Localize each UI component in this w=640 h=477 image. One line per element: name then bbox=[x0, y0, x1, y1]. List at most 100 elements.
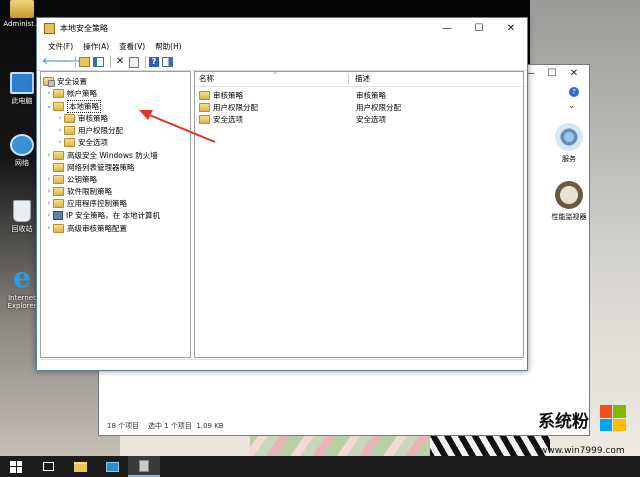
chevron-right-icon[interactable]: › bbox=[45, 89, 53, 97]
tree-node-app-control[interactable]: › 应用程序控制策略 bbox=[45, 197, 127, 209]
chevron-right-icon[interactable]: › bbox=[45, 187, 53, 195]
folder-icon bbox=[53, 162, 64, 172]
toolbar-divider bbox=[75, 56, 76, 68]
tree-node-public-key[interactable]: › 公钥策略 bbox=[45, 173, 97, 185]
network-icon bbox=[10, 134, 34, 156]
sort-caret-icon: ^ bbox=[273, 72, 279, 79]
chevron-right-icon[interactable]: › bbox=[56, 126, 64, 134]
help-icon[interactable]: ? bbox=[149, 57, 159, 67]
show-hide-tree-icon[interactable] bbox=[93, 57, 104, 67]
maximize-button[interactable]: ☐ bbox=[541, 65, 563, 83]
task-view-button[interactable] bbox=[32, 456, 64, 477]
watermark-text: 系统粉 bbox=[538, 412, 589, 432]
tree-node-advanced-audit[interactable]: › 高级审核策略配置 bbox=[45, 222, 127, 234]
menu-view[interactable]: 查看(V) bbox=[114, 41, 150, 52]
folder-icon bbox=[64, 137, 75, 147]
tree-node-label: 安全设置 bbox=[57, 76, 87, 86]
tree-node-local-policies[interactable]: ⌄ 本地策略 bbox=[45, 99, 101, 113]
annotation-arrow bbox=[139, 110, 216, 143]
content-panes: 安全设置 › 帐户策略 ⌄ 本地策略 › 审核策略 › 用户权限分配 › 安全选… bbox=[40, 71, 524, 358]
remote-desktop-icon bbox=[105, 461, 119, 472]
tree-node-label: 审核策略 bbox=[78, 113, 108, 123]
forward-arrow-icon[interactable]: 🡒 bbox=[57, 56, 84, 68]
tree-node-label: 高级安全 Windows 防火墙 bbox=[67, 150, 158, 160]
export-list-icon[interactable] bbox=[129, 56, 139, 68]
chevron-right-icon[interactable]: › bbox=[45, 211, 53, 219]
tree-node-audit-policy[interactable]: › 审核策略 bbox=[56, 112, 108, 124]
menu-bar: 文件(F) 操作(A) 查看(V) 帮助(H) bbox=[37, 39, 527, 54]
menu-help[interactable]: 帮助(H) bbox=[150, 41, 187, 52]
tree-node-security-options[interactable]: › 安全选项 bbox=[56, 136, 108, 148]
background-window-controls: — ☐ ✕ bbox=[519, 65, 589, 83]
folder-open-icon bbox=[53, 101, 64, 111]
maximize-button[interactable]: ☐ bbox=[463, 18, 495, 39]
list-item-description: 用户权限分配 bbox=[356, 102, 401, 112]
chevron-right-icon[interactable]: › bbox=[45, 224, 53, 232]
folder-icon bbox=[53, 88, 64, 98]
gear-icon bbox=[555, 123, 583, 151]
column-header-name[interactable]: 名称 bbox=[199, 72, 214, 86]
security-policy-app-icon bbox=[139, 459, 149, 472]
taskbar bbox=[0, 456, 640, 477]
column-header-description[interactable]: 描述 bbox=[355, 72, 370, 86]
tree-node-label: 应用程序控制策略 bbox=[67, 198, 127, 208]
tree-node-label: 高级审核策略配置 bbox=[67, 223, 127, 233]
tree-root[interactable]: 安全设置 bbox=[43, 75, 87, 87]
up-folder-icon[interactable] bbox=[79, 57, 90, 67]
tree-node-firewall[interactable]: › 高级安全 Windows 防火墙 bbox=[45, 149, 158, 161]
local-security-policy-taskbar-button[interactable] bbox=[128, 456, 160, 477]
security-settings-icon bbox=[43, 76, 55, 87]
chevron-right-icon[interactable]: › bbox=[45, 175, 53, 183]
gauge-icon bbox=[555, 181, 583, 209]
tree-node-user-rights[interactable]: › 用户权限分配 bbox=[56, 124, 123, 136]
column-divider[interactable] bbox=[348, 74, 349, 84]
list-item-description: 安全选项 bbox=[356, 114, 386, 124]
tree-node-network-list[interactable]: 网络列表管理器策略 bbox=[45, 161, 135, 173]
help-icon[interactable]: ? bbox=[569, 87, 579, 97]
computer-icon bbox=[10, 72, 34, 94]
chevron-right-icon[interactable]: › bbox=[56, 138, 64, 146]
chevron-down-icon[interactable]: ⌄ bbox=[45, 102, 53, 110]
background-window-status: 18 个项目 选中 1 个项目 1.09 KB bbox=[107, 422, 224, 430]
menu-action[interactable]: 操作(A) bbox=[78, 41, 114, 52]
tree-node-label: 网络列表管理器策略 bbox=[67, 162, 135, 172]
tree-node-software-restriction[interactable]: › 软件限制策略 bbox=[45, 185, 112, 197]
remote-desktop-button[interactable] bbox=[96, 456, 128, 477]
details-pane[interactable]: 名称 ^ 描述 审核策略 审核策略 用户权限分配 用户权限分配 安全选项 安全选… bbox=[194, 71, 524, 358]
internet-explorer-icon: e bbox=[13, 261, 31, 294]
tree-node-label: 软件限制策略 bbox=[67, 186, 112, 196]
toolbar-divider bbox=[110, 56, 111, 68]
chevron-right-icon[interactable]: › bbox=[45, 199, 53, 207]
list-item-name: 用户权限分配 bbox=[213, 102, 258, 112]
task-view-icon bbox=[42, 462, 54, 471]
performance-monitor-item[interactable]: 性能监视器 bbox=[539, 181, 599, 222]
close-button[interactable]: ✕ bbox=[563, 65, 585, 83]
title-bar[interactable]: 本地安全策略 — ☐ ✕ bbox=[37, 18, 527, 39]
list-item[interactable]: 审核策略 审核策略 bbox=[199, 89, 386, 101]
user-folder-icon bbox=[10, 0, 34, 18]
tree-node-label: 安全选项 bbox=[78, 137, 108, 147]
status-bar bbox=[40, 359, 524, 369]
tree-node-ip-security[interactable]: › IP 安全策略，在 本地计算机 bbox=[45, 209, 160, 221]
local-security-policy-window[interactable]: 本地安全策略 — ☐ ✕ 文件(F) 操作(A) 查看(V) 帮助(H) 🡐 🡒… bbox=[36, 17, 528, 371]
minimize-button[interactable]: — bbox=[431, 18, 463, 39]
chevron-right-icon[interactable]: › bbox=[56, 114, 64, 122]
chevron-right-icon[interactable]: › bbox=[45, 151, 53, 159]
tree-node-label: 本地策略 bbox=[67, 99, 101, 113]
folder-icon bbox=[64, 125, 75, 135]
start-button[interactable] bbox=[0, 456, 32, 477]
show-action-pane-icon[interactable] bbox=[162, 57, 173, 67]
back-arrow-icon[interactable]: 🡐 bbox=[42, 56, 69, 68]
menu-file[interactable]: 文件(F) bbox=[43, 41, 78, 52]
delete-icon[interactable]: ✕ bbox=[114, 56, 126, 68]
services-item[interactable]: 服务 bbox=[539, 123, 599, 164]
recycle-bin-icon bbox=[13, 200, 31, 222]
security-policy-app-icon bbox=[44, 23, 55, 34]
chevron-down-icon[interactable]: ⌄ bbox=[568, 101, 575, 110]
tree-node-account-policies[interactable]: › 帐户策略 bbox=[45, 87, 97, 99]
file-explorer-button[interactable] bbox=[64, 456, 96, 477]
close-button[interactable]: ✕ bbox=[495, 18, 527, 39]
windows-logo-icon bbox=[599, 405, 626, 431]
folder-icon bbox=[73, 461, 87, 472]
folder-icon bbox=[53, 186, 64, 196]
